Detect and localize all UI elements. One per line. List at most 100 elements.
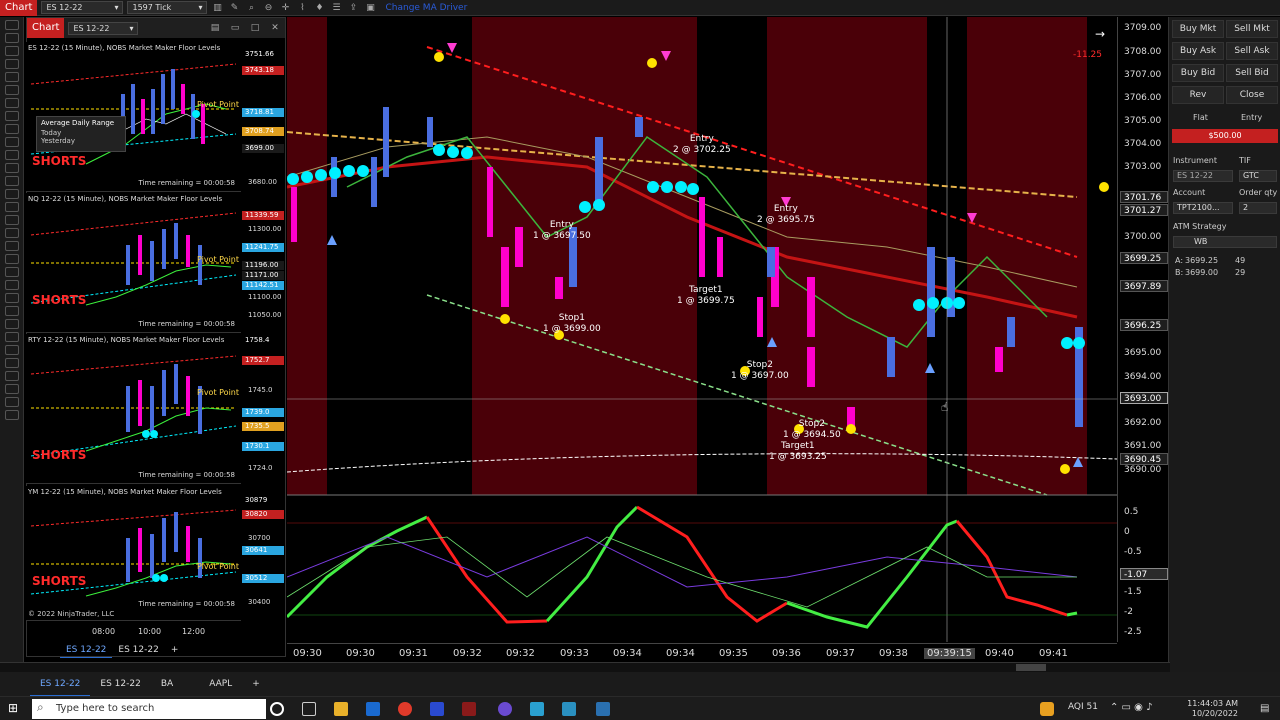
ninjatrader-icon[interactable] <box>462 702 476 716</box>
ellipse-tool-icon[interactable] <box>5 150 19 160</box>
chrome-icon[interactable] <box>398 702 412 716</box>
time-axis[interactable]: 09:30 09:30 09:31 09:32 09:32 09:33 09:3… <box>287 643 1117 663</box>
arrow-up-tool-icon[interactable] <box>5 306 19 316</box>
tif-select[interactable]: GTC <box>1239 170 1277 182</box>
mini-chart-rty[interactable]: RTY 12-22 (15 Minute), NOBS Market Maker… <box>26 334 241 484</box>
mini-tab-es-1[interactable]: ES 12-22 <box>60 642 113 658</box>
region-tool-icon[interactable] <box>5 189 19 199</box>
workspace-tab-ba[interactable]: BA <box>151 672 183 696</box>
dot-tool-icon[interactable] <box>5 358 19 368</box>
close-window-icon[interactable]: ✕ <box>268 22 282 34</box>
bar-type-icon[interactable]: ▥ <box>210 2 224 14</box>
mini-chart-es[interactable]: ES 12-22 (15 Minute), NOBS Market Maker … <box>26 42 241 192</box>
path-tool-icon[interactable] <box>5 254 19 264</box>
window-menu-icon[interactable]: ▤ <box>208 22 222 34</box>
task-view-icon[interactable] <box>302 702 316 716</box>
time-cycle-tool-icon[interactable] <box>5 280 19 290</box>
crosshair-icon[interactable]: ✛ <box>278 2 292 14</box>
workspace-tab-es-2[interactable]: ES 12-22 <box>90 672 150 696</box>
add-tab-button[interactable]: + <box>165 642 185 658</box>
zoom-icon[interactable]: ⌕ <box>244 2 258 14</box>
workspace-tab-es-1[interactable]: ES 12-22 <box>30 672 91 696</box>
taskbar-clock[interactable]: 11:44:03 AM 10/20/2022 <box>1178 699 1238 719</box>
taskbar-search-input[interactable]: Type here to search <box>32 699 266 719</box>
chart-trader-panel: Buy Mkt Sell Mkt Buy Ask Sell Ask Buy Bi… <box>1168 17 1280 672</box>
main-price-chart[interactable]: Entry 1 @ 3697.50 Stop1 1 @ 3699.00 Entry 2… <box>285 17 1118 642</box>
arc-tool-icon[interactable] <box>5 202 19 212</box>
outlook-icon[interactable] <box>366 702 380 716</box>
pencil-icon[interactable]: ✎ <box>227 2 241 14</box>
file-explorer-icon[interactable] <box>334 702 348 716</box>
horizontal-scrollbar[interactable] <box>0 662 1170 672</box>
gann-tool-icon[interactable] <box>5 215 19 225</box>
add-workspace-tab-button[interactable]: + <box>242 672 270 696</box>
account-select[interactable]: TPT2100... <box>1173 202 1233 214</box>
screenshot-icon[interactable]: ▣ <box>363 2 377 14</box>
mini-chart-tab[interactable]: Chart <box>27 18 65 38</box>
cortana-icon[interactable] <box>270 702 284 716</box>
arrow-right-icon[interactable]: → <box>1095 27 1105 41</box>
buy-bid-button[interactable]: Buy Bid <box>1172 64 1224 82</box>
polygon-tool-icon[interactable] <box>5 241 19 251</box>
interval-selector[interactable]: 1597 Tick ▾ <box>127 1 208 14</box>
channel-tool-icon[interactable] <box>5 98 19 108</box>
minimize-icon[interactable]: ▭ <box>228 22 242 34</box>
square-tool-icon[interactable] <box>5 345 19 355</box>
trash-icon[interactable] <box>5 410 19 420</box>
text-tool-icon[interactable] <box>5 124 19 134</box>
notification-icon[interactable]: ▤ <box>1260 703 1269 714</box>
indicators-icon[interactable]: ⌇ <box>295 2 309 14</box>
regression-tool-icon[interactable] <box>5 293 19 303</box>
flag-tool-icon[interactable] <box>5 384 19 394</box>
close-position-button[interactable]: Close <box>1226 86 1278 104</box>
line-tool-icon[interactable] <box>5 33 19 43</box>
cursor-tool-icon[interactable] <box>5 20 19 30</box>
instrument-selector[interactable]: ES 12-22 ▾ <box>41 1 124 14</box>
hline-tool-icon[interactable] <box>5 72 19 82</box>
sell-ask-button[interactable]: Sell Ask <box>1226 42 1278 60</box>
aqi-indicator[interactable]: AQI 51 <box>1068 702 1098 712</box>
windows-start-icon[interactable]: ⊞ <box>8 701 22 715</box>
ruler-tool-icon[interactable] <box>5 176 19 186</box>
arrow-tool-icon[interactable] <box>5 59 19 69</box>
ray-tool-icon[interactable] <box>5 46 19 56</box>
minus-zoom-icon[interactable]: ⊖ <box>261 2 275 14</box>
buy-ask-button[interactable]: Buy Ask <box>1172 42 1224 60</box>
mini-chart-nq[interactable]: NQ 12-22 (15 Minute), NOBS Market Maker … <box>26 193 241 333</box>
triangle-down-tool-icon[interactable] <box>5 371 19 381</box>
app-icon-3[interactable] <box>530 702 544 716</box>
buy-market-button[interactable]: Buy Mkt <box>1172 20 1224 38</box>
rectangle-tool-icon[interactable] <box>5 137 19 147</box>
scroll-thumb[interactable] <box>1016 664 1046 671</box>
diamond-tool-icon[interactable] <box>5 332 19 342</box>
properties-icon[interactable]: ☰ <box>329 2 343 14</box>
fib-tool-icon[interactable] <box>5 111 19 121</box>
vline-tool-icon[interactable] <box>5 85 19 95</box>
chart-window-tab[interactable]: Chart <box>0 0 38 16</box>
system-tray-icons[interactable]: ⌃ ▭ ◉ ♪ <box>1110 702 1152 713</box>
sell-bid-button[interactable]: Sell Bid <box>1226 64 1278 82</box>
ma-driver-link[interactable]: Change MA Driver <box>385 3 467 13</box>
risk-reward-tool-icon[interactable] <box>5 267 19 277</box>
mini-tab-es-2[interactable]: ES 12-22 <box>112 642 164 658</box>
share-icon[interactable]: ⇪ <box>346 2 360 14</box>
atm-strategy-select[interactable]: WB <box>1173 236 1277 248</box>
calculator-icon[interactable] <box>596 702 610 716</box>
triangle-tool-icon[interactable] <box>5 163 19 173</box>
order-qty-stepper[interactable]: 2 <box>1239 202 1277 214</box>
reverse-button[interactable]: Rev <box>1172 86 1224 104</box>
pitchfork-tool-icon[interactable] <box>5 228 19 238</box>
arrow-down-tool-icon[interactable] <box>5 319 19 329</box>
sell-market-button[interactable]: Sell Mkt <box>1226 20 1278 38</box>
app-icon-4[interactable] <box>562 702 576 716</box>
mini-instrument-selector[interactable]: ES 12-22 ▾ <box>68 21 139 35</box>
strategies-icon[interactable]: ♦ <box>312 2 326 14</box>
workspace-tab-aapl[interactable]: AAPL <box>199 672 242 696</box>
instrument-field[interactable]: ES 12-22 <box>1173 170 1233 182</box>
remove-drawings-icon[interactable] <box>5 397 19 407</box>
app-icon-2[interactable] <box>498 702 512 716</box>
price-axis[interactable]: 3709.00 3708.00 3707.00 3706.00 3705.00 … <box>1117 17 1168 642</box>
app-icon-1[interactable] <box>430 702 444 716</box>
maximize-icon[interactable]: □ <box>248 22 262 34</box>
mini-chart-ym[interactable]: YM 12-22 (15 Minute), NOBS Market Maker … <box>26 486 241 621</box>
